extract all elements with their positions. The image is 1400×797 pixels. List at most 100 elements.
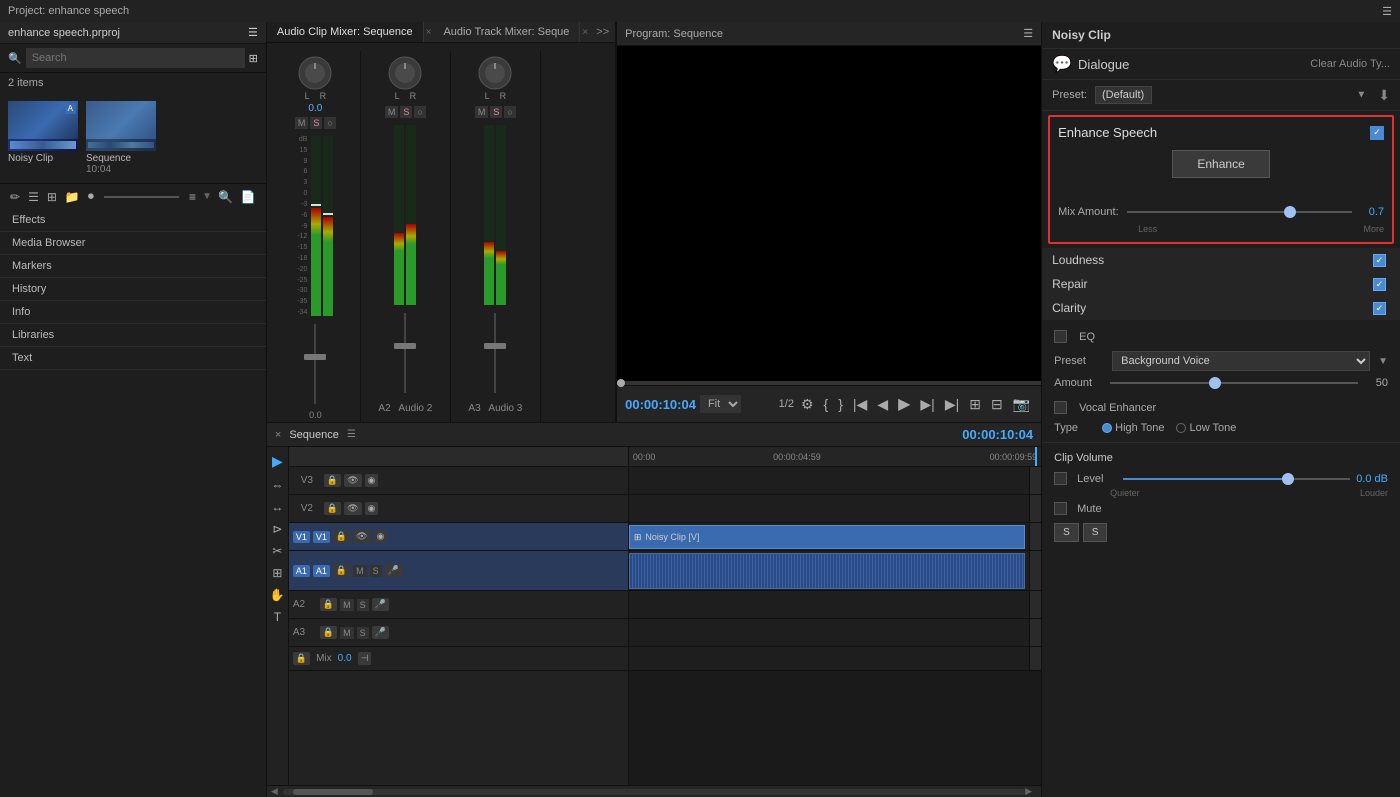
level-checkbox[interactable] [1054,472,1067,485]
v3-sync-btn[interactable]: ◉ [365,474,379,487]
clarity-checkbox[interactable]: ✓ [1373,302,1386,315]
more-tabs-btn[interactable]: >> [590,22,615,42]
ch1-s-btn[interactable]: S [310,117,322,129]
ch3-o-btn[interactable]: ○ [504,106,515,118]
a2-m-btn[interactable]: M [340,599,354,611]
download-icon[interactable]: ⬇ [1378,87,1390,104]
amount-thumb[interactable] [1209,377,1221,389]
new-item-btn[interactable]: 📄 [239,188,258,206]
export-frame-btn[interactable]: 📷 [1010,394,1033,415]
more-list-btn[interactable]: ≡ [187,188,198,206]
ch3-s-btn[interactable]: S [490,106,502,118]
nav-effects[interactable]: Effects [0,209,266,232]
preset-select[interactable]: (Default) [1095,86,1152,104]
folder-btn[interactable]: 📁 [63,188,82,206]
nav-media-browser[interactable]: Media Browser [0,232,266,255]
level-thumb[interactable] [1282,473,1294,485]
nav-history[interactable]: History [0,278,266,301]
ch2-s-btn[interactable]: S [400,106,412,118]
monitor-progress-bar[interactable] [617,381,1041,385]
v3-lock-btn[interactable]: 🔒 [324,474,341,487]
eq-checkbox[interactable] [1054,330,1067,343]
tl-ripple-btn[interactable]: ⇔ [269,476,285,494]
v2-vis-btn[interactable]: 👁 [344,502,361,515]
scroll-left-arrow[interactable]: ◀ [271,786,283,797]
v1-vis-btn[interactable]: 👁 [353,530,370,543]
mix-lock-btn[interactable]: 🔒 [293,652,310,665]
insert-btn[interactable]: ⊞ [966,394,984,415]
nav-markers[interactable]: Markers [0,255,266,278]
ch3-fader-knob[interactable] [484,343,506,349]
scroll-track[interactable] [283,789,1025,795]
level-slider[interactable] [1123,478,1350,480]
v1-sync-btn[interactable]: ◉ [374,530,388,543]
tab-audio-track-mixer[interactable]: Audio Track Mixer: Seque [433,22,580,42]
pencil-tool-btn[interactable]: ✏ [8,188,22,206]
audio-clip-noisy[interactable] [629,553,1025,589]
circle-btn[interactable]: ⏺ [86,187,96,206]
tl-rate-btn[interactable]: ⊳ [270,520,284,538]
nav-libraries[interactable]: Libraries [0,324,266,347]
overwrite-btn[interactable]: ⊟ [988,394,1006,415]
media-item-noisy-clip[interactable]: A Noisy Clip [8,101,78,175]
a3-mic-btn[interactable]: 🎤 [372,626,389,639]
mute-checkbox[interactable] [1054,502,1067,515]
fit-select[interactable]: Fit [700,395,741,413]
a3-lock-btn[interactable]: 🔒 [320,626,337,639]
video-clip-noisy[interactable]: ⊞ Noisy Clip [V] [629,525,1025,549]
knob-1[interactable] [297,55,333,91]
high-tone-radio[interactable] [1102,423,1112,433]
eq-preset-select[interactable]: Background Voice [1112,351,1370,371]
a1-s-btn[interactable]: S [370,565,382,577]
tl-razor-btn[interactable]: ✂ [270,542,284,560]
repair-checkbox[interactable]: ✓ [1373,278,1386,291]
close-sequence-btn[interactable]: × [275,429,281,441]
ch2-fader-knob[interactable] [394,343,416,349]
media-item-sequence[interactable]: Sequence 10:04 [86,101,156,175]
v2-lock-btn[interactable]: 🔒 [324,502,341,515]
repair-section[interactable]: Repair ✓ [1042,272,1400,296]
tl-hand-btn[interactable]: ✋ [268,586,287,604]
a2-mic-btn[interactable]: 🎤 [372,598,389,611]
settings-btn[interactable]: ⚙ [798,394,817,415]
loudness-section[interactable]: Loudness ✓ [1042,248,1400,272]
a1-m-btn[interactable]: M [353,565,367,577]
ch1-m-btn[interactable]: M [295,117,309,129]
tl-select-btn[interactable]: ⊞ [270,564,284,582]
a1-lock-btn[interactable]: 🔒 [333,564,350,577]
step-fwd-btn[interactable]: ▶| [917,394,937,415]
a2-lock-btn[interactable]: 🔒 [320,598,337,611]
sequence-menu[interactable]: ☰ [347,429,356,440]
s-btn-1[interactable]: S [1054,523,1079,542]
high-tone-option[interactable]: High Tone [1102,422,1164,434]
mix-slider[interactable] [1127,202,1352,222]
list-view-btn[interactable]: ☰ [26,188,41,206]
play-btn[interactable]: ▶ [895,392,913,416]
low-tone-radio[interactable] [1176,423,1186,433]
mark-in-btn[interactable]: { [821,394,832,414]
ch1-fader-knob[interactable] [304,354,326,360]
amount-slider[interactable] [1110,382,1358,384]
a1-mic-btn[interactable]: 🎤 [385,564,402,577]
step-back-btn[interactable]: ◀ [874,394,891,415]
tl-text-btn[interactable]: T [272,608,283,626]
tl-roll-btn[interactable]: ↔ [269,498,285,516]
a2-s-btn[interactable]: S [357,599,369,611]
a3-m-btn[interactable]: M [340,627,354,639]
loudness-checkbox[interactable]: ✓ [1373,254,1386,267]
v1-lock-btn[interactable]: 🔒 [333,530,350,543]
scroll-thumb[interactable] [293,789,373,795]
ch2-m-btn[interactable]: M [385,106,399,118]
v2-sync-btn[interactable]: ◉ [365,502,379,515]
a1-target-btn[interactable]: A1 [293,565,310,577]
tab-audio-clip-mixer[interactable]: Audio Clip Mixer: Sequence [267,22,424,42]
a3-s-btn[interactable]: S [357,627,369,639]
scroll-right-arrow[interactable]: ▶ [1025,786,1037,797]
mix-slider-thumb[interactable] [1284,206,1296,218]
search-input[interactable] [26,48,245,68]
mix-end-btn[interactable]: ⊣ [358,652,372,665]
v3-vis-btn[interactable]: 👁 [344,474,361,487]
go-to-in-btn[interactable]: |◀ [850,394,870,415]
enhance-speech-checkbox[interactable]: ✓ [1370,126,1384,140]
tl-play-btn[interactable]: ▶ [270,451,285,472]
